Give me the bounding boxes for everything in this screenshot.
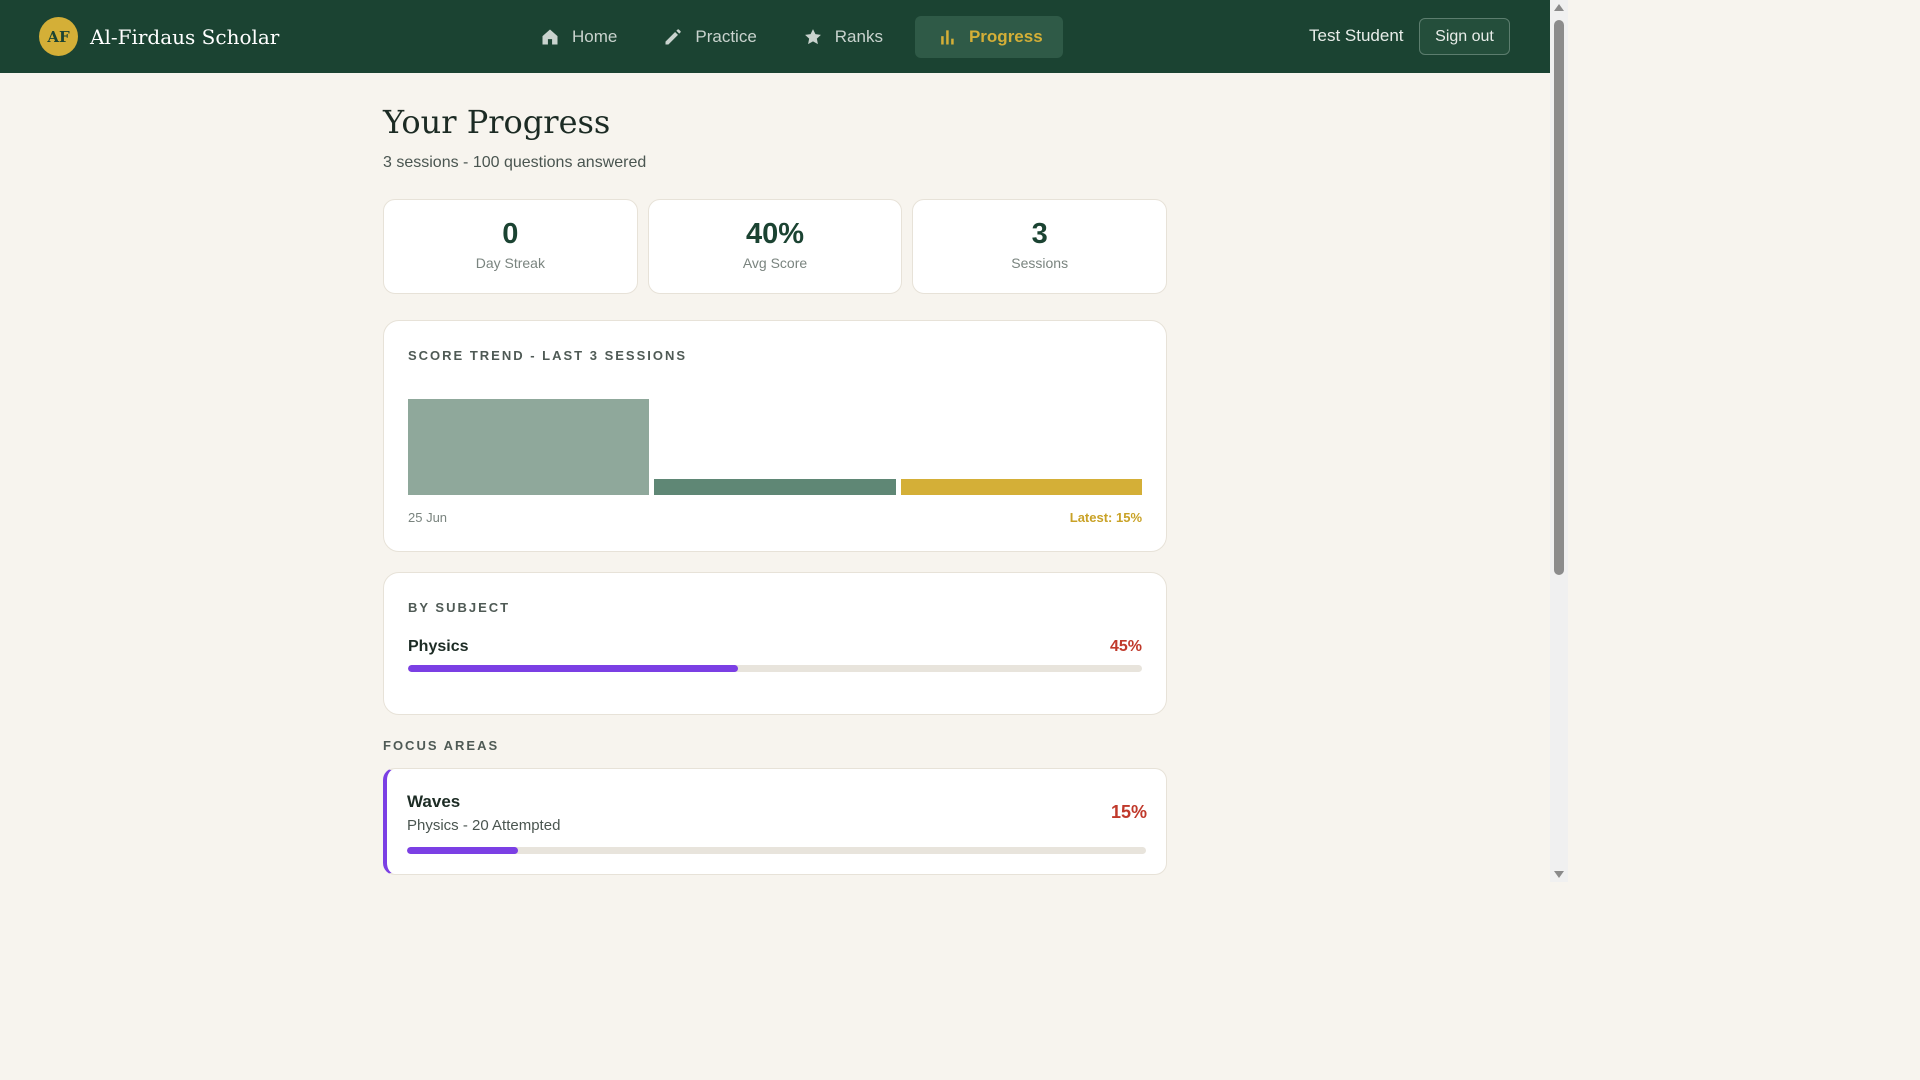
- by-subject-card: BY SUBJECT Physics 45%: [383, 572, 1167, 715]
- stat-label: Sessions: [1011, 255, 1069, 271]
- stat-card-sessions: 3 Sessions: [912, 199, 1168, 294]
- main-nav: Home Practice Ranks Progress: [526, 16, 1081, 58]
- page-subtitle: 3 sessions - 100 questions answered: [383, 154, 647, 171]
- stat-card-avg-score: 40% Avg Score: [647, 199, 903, 294]
- nav-item-label: Ranks: [834, 27, 883, 46]
- pencil-icon: [663, 27, 683, 47]
- subject-progress-track: [408, 665, 1142, 672]
- scrollbar-thumb[interactable]: [1554, 20, 1564, 575]
- stat-label: Day Streak: [475, 255, 545, 271]
- stat-value: 40%: [745, 218, 805, 250]
- score-trend-card: SCORE TREND - LAST 3 SESSIONS 25 Jun Lat…: [383, 320, 1167, 552]
- nav-item-practice[interactable]: Practice: [649, 16, 770, 58]
- nav-item-label: Practice: [695, 27, 757, 46]
- scroll-up-arrow-icon[interactable]: [1554, 4, 1564, 11]
- user-name: Test Student: [1309, 26, 1404, 45]
- focus-progress-track: [407, 847, 1146, 854]
- focus-topic-name: Waves: [407, 792, 461, 811]
- nav-item-label: Progress: [968, 27, 1043, 46]
- trend-latest-score: Latest: 15%: [1069, 510, 1142, 525]
- focus-areas-title: FOCUS AREAS: [383, 738, 500, 753]
- nav-item-progress[interactable]: Progress: [914, 16, 1063, 58]
- stat-value: 0: [502, 218, 519, 250]
- brand[interactable]: AF Al-Firdaus Scholar: [39, 17, 279, 56]
- scroll-down-arrow-icon[interactable]: [1554, 871, 1564, 878]
- trend-first-date: 25 Jun: [408, 510, 448, 525]
- nav-item-home[interactable]: Home: [526, 16, 631, 58]
- star-icon: [803, 27, 823, 47]
- focus-area-card[interactable]: Waves Physics - 20 Attempted 15%: [383, 768, 1167, 875]
- subject-progress-fill: [408, 665, 739, 672]
- sign-out-button[interactable]: Sign out: [1419, 18, 1510, 55]
- subject-percent: 45%: [1109, 638, 1142, 655]
- nav-item-ranks[interactable]: Ranks: [789, 16, 897, 58]
- home-icon: [540, 27, 560, 47]
- brand-logo: AF: [39, 17, 78, 56]
- stat-label: Avg Score: [742, 255, 808, 271]
- trend-bar: [408, 399, 650, 495]
- by-subject-title: BY SUBJECT: [408, 600, 511, 615]
- stat-card-day-streak: 0 Day Streak: [383, 199, 638, 294]
- focus-topic-meta: Physics - 20 Attempted: [407, 817, 561, 834]
- brand-name: Al-Firdaus Scholar: [90, 24, 280, 49]
- scrollbar[interactable]: [1550, 0, 1568, 882]
- trend-bar: [900, 479, 1142, 495]
- focus-progress-fill: [407, 847, 518, 854]
- focus-topic-percent: 15%: [1110, 802, 1147, 822]
- subject-name: Physics: [408, 638, 469, 655]
- page-title: Your Progress: [383, 103, 611, 141]
- stat-value: 3: [1031, 218, 1048, 250]
- score-trend-chart: [408, 399, 1142, 495]
- trend-bar: [654, 479, 896, 495]
- score-trend-title: SCORE TREND - LAST 3 SESSIONS: [408, 348, 688, 363]
- bar-chart-icon: [937, 27, 957, 47]
- stats-row: 0 Day Streak 40% Avg Score 3 Sessions: [383, 199, 1168, 294]
- nav-item-label: Home: [572, 27, 618, 46]
- top-nav-bar: AF Al-Firdaus Scholar Home Practice Rank…: [0, 0, 1550, 73]
